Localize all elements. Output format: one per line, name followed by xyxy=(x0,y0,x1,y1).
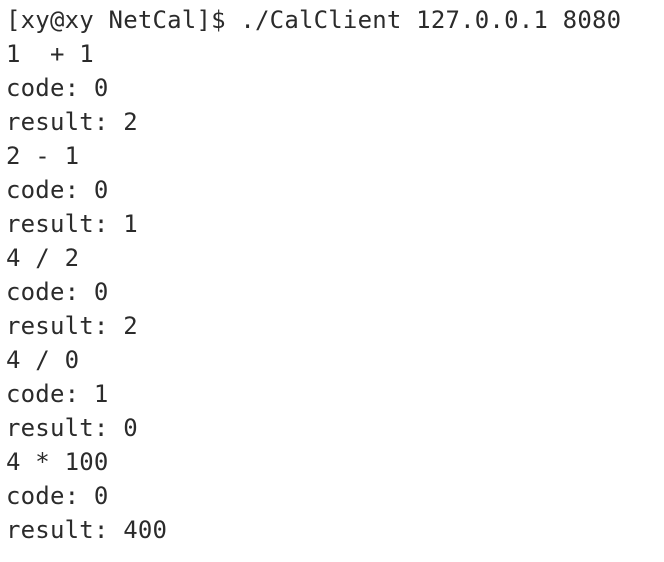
input-expression: 4 / 0 xyxy=(6,346,80,374)
response-code: code: 1 xyxy=(6,380,109,408)
response-code: code: 0 xyxy=(6,74,109,102)
response-result: result: 1 xyxy=(6,210,138,238)
input-expression: 4 * 100 xyxy=(6,448,109,476)
response-code: code: 0 xyxy=(6,278,109,306)
input-expression: 2 - 1 xyxy=(6,142,80,170)
terminal-output[interactable]: [xy@xy NetCal]$ ./CalClient 127.0.0.1 80… xyxy=(0,0,664,562)
response-result: result: 2 xyxy=(6,312,138,340)
shell-prompt-command: [xy@xy NetCal]$ ./CalClient 127.0.0.1 80… xyxy=(6,6,622,34)
response-result: result: 2 xyxy=(6,108,138,136)
response-code: code: 0 xyxy=(6,176,109,204)
input-expression: 1 + 1 xyxy=(6,40,94,68)
response-result: result: 400 xyxy=(6,516,168,544)
response-result: result: 0 xyxy=(6,414,138,442)
input-expression: 4 / 2 xyxy=(6,244,80,272)
response-code: code: 0 xyxy=(6,482,109,510)
